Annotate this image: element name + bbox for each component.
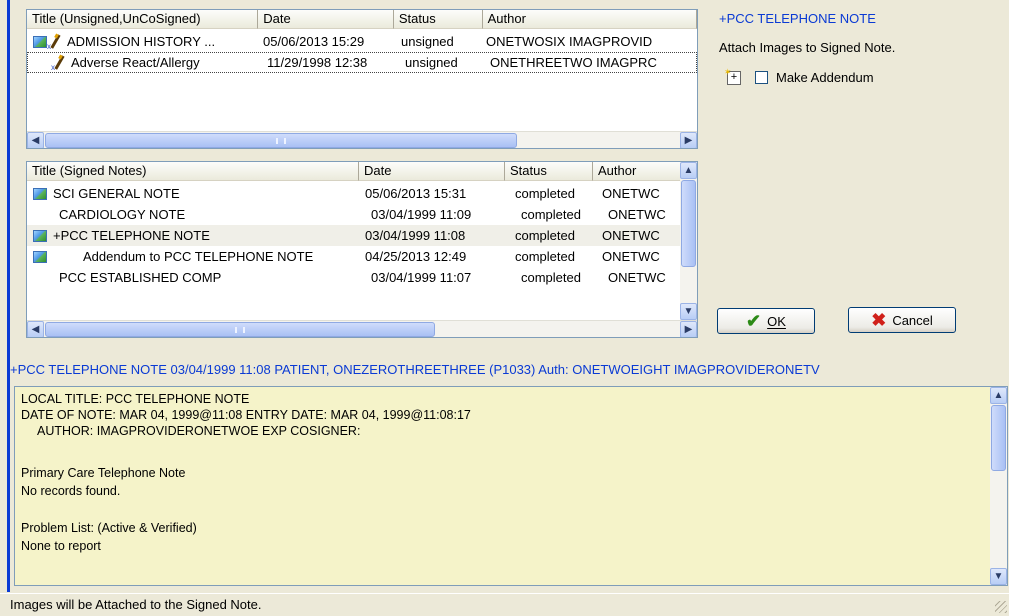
note-date: 11/29/1998 12:38 [267,55,368,70]
note-title: PCC ESTABLISHED COMP [59,270,222,285]
scroll-right-button[interactable]: ▶ [680,132,697,148]
image-icon [33,187,47,200]
column-header-author[interactable]: Author [593,162,681,181]
column-header-author[interactable]: Author [482,10,697,29]
make-addendum-label[interactable]: Make Addendum [776,70,874,85]
vertical-scrollbar[interactable]: ▲ ▼ [680,162,697,320]
note-line: Primary Care Telephone Note [21,466,186,480]
note-title: Addendum to PCC TELEPHONE NOTE [83,249,314,264]
note-author: ONETHREETWO IMAGPRC [490,55,657,70]
note-status: completed [521,270,581,285]
image-icon [33,229,47,242]
note-line: Problem List: (Active & Verified) [21,521,197,535]
table-row[interactable]: x Adverse React/Allergy 11/29/1998 12:38… [27,52,697,73]
note-author: ONETWOSIX IMAGPROVID [486,34,653,49]
column-header-date[interactable]: Date [359,162,505,181]
horizontal-scrollbar[interactable]: ◀ ▶ [27,131,697,148]
scroll-left-button[interactable]: ◀ [27,321,44,337]
sign-pen-icon: x [51,54,67,71]
status-text: Images will be Attached to the Signed No… [10,597,262,612]
status-bar: Images will be Attached to the Signed No… [0,593,1009,615]
note-status: unsigned [405,55,458,70]
column-header-title[interactable]: Title (Signed Notes) [27,162,359,181]
scroll-left-button[interactable]: ◀ [27,132,44,148]
note-author: ONETWC [602,228,660,243]
note-date: 03/04/1999 11:08 [365,228,466,243]
scroll-down-button[interactable]: ▼ [990,568,1007,585]
note-author: ONETWC [602,186,660,201]
table-row[interactable]: Addendum to PCC TELEPHONE NOTE 04/25/201… [27,246,680,267]
column-header-title[interactable]: Title (Unsigned,UnCoSigned) [27,10,259,29]
scroll-right-button[interactable]: ▶ [680,321,697,337]
new-addendum-icon: ✶ + [724,67,741,85]
scrollbar-thumb[interactable] [991,405,1006,471]
horizontal-scrollbar[interactable]: ◀ ▶ [27,320,697,337]
column-header-status[interactable]: Status [505,162,593,181]
cancel-button[interactable]: ✖ Cancel [848,307,956,333]
note-author: ONETWC [602,249,660,264]
note-date: 05/06/2013 15:31 [365,186,467,201]
note-title: SCI GENERAL NOTE [53,186,180,201]
ok-button[interactable]: ✔ OK [717,308,815,334]
note-status: completed [515,228,575,243]
selected-note-title: +PCC TELEPHONE NOTE [719,11,876,26]
checkmark-icon: ✔ [746,311,762,331]
note-status: completed [515,186,575,201]
attach-images-text: Attach Images to Signed Note. [719,40,896,55]
note-date: 03/04/1999 11:09 [371,207,472,222]
scroll-down-button[interactable]: ▼ [680,303,697,320]
note-author: ONETWC [608,207,666,222]
scrollbar-thumb[interactable] [45,322,435,337]
unsigned-list-header: Title (Unsigned,UnCoSigned) Date Status … [27,10,697,29]
table-row[interactable]: SCI GENERAL NOTE 05/06/2013 15:31 comple… [27,183,680,204]
window-left-border [0,0,10,592]
unsigned-notes-list[interactable]: Title (Unsigned,UnCoSigned) Date Status … [26,9,698,149]
signed-notes-list[interactable]: Title (Signed Notes) Date Status Author … [26,161,698,338]
note-line: LOCAL TITLE: PCC TELEPHONE NOTE [21,392,250,406]
make-addendum-row[interactable]: ✶ + Make Addendum [724,67,874,86]
note-line: DATE OF NOTE: MAR 04, 1999@11:08 ENTRY D… [21,408,471,422]
note-title: ADMISSION HISTORY ... [67,34,216,49]
column-header-date[interactable]: Date [258,10,394,29]
note-info-line: +PCC TELEPHONE NOTE 03/04/1999 11:08 PAT… [10,362,820,377]
note-title: +PCC TELEPHONE NOTE [53,228,210,243]
resize-grip[interactable] [995,601,1007,613]
note-line: None to report [21,539,101,553]
note-line: AUTHOR: IMAGPROVIDERONETWOE EXP COSIGNER… [37,424,361,438]
table-row[interactable]: x ADMISSION HISTORY ... 05/06/2013 15:29… [27,31,697,52]
signed-list-header: Title (Signed Notes) Date Status Author [27,162,697,181]
note-text-viewer[interactable]: LOCAL TITLE: PCC TELEPHONE NOTE DATE OF … [14,386,1008,586]
image-icon [33,35,47,48]
note-line: No records found. [21,484,121,498]
ok-label: OK [767,313,786,329]
vertical-scrollbar[interactable]: ▲ ▼ [990,387,1007,585]
sign-pen-icon: x [47,33,63,50]
note-status: unsigned [401,34,454,49]
note-date: 03/04/1999 11:07 [371,270,472,285]
note-author: ONETWC [608,270,666,285]
note-title: CARDIOLOGY NOTE [59,207,186,222]
column-header-status[interactable]: Status [393,10,483,29]
image-icon [33,250,47,263]
scrollbar-thumb[interactable] [45,133,517,148]
note-title: Adverse React/Allergy [71,55,200,70]
scrollbar-thumb[interactable] [681,180,696,267]
note-status: completed [521,207,581,222]
note-date: 05/06/2013 15:29 [263,34,365,49]
note-status: completed [515,249,575,264]
note-date: 04/25/2013 12:49 [365,249,467,264]
table-row[interactable]: PCC ESTABLISHED COMP 03/04/1999 11:07 co… [27,267,680,288]
x-icon: ✖ [871,310,887,330]
table-row[interactable]: CARDIOLOGY NOTE 03/04/1999 11:09 complet… [27,204,680,225]
table-row-selected[interactable]: +PCC TELEPHONE NOTE 03/04/1999 11:08 com… [27,225,680,246]
cancel-label: Cancel [892,312,933,328]
scroll-up-button[interactable]: ▲ [990,387,1007,404]
scroll-up-button[interactable]: ▲ [680,162,697,179]
make-addendum-checkbox[interactable] [755,71,768,84]
